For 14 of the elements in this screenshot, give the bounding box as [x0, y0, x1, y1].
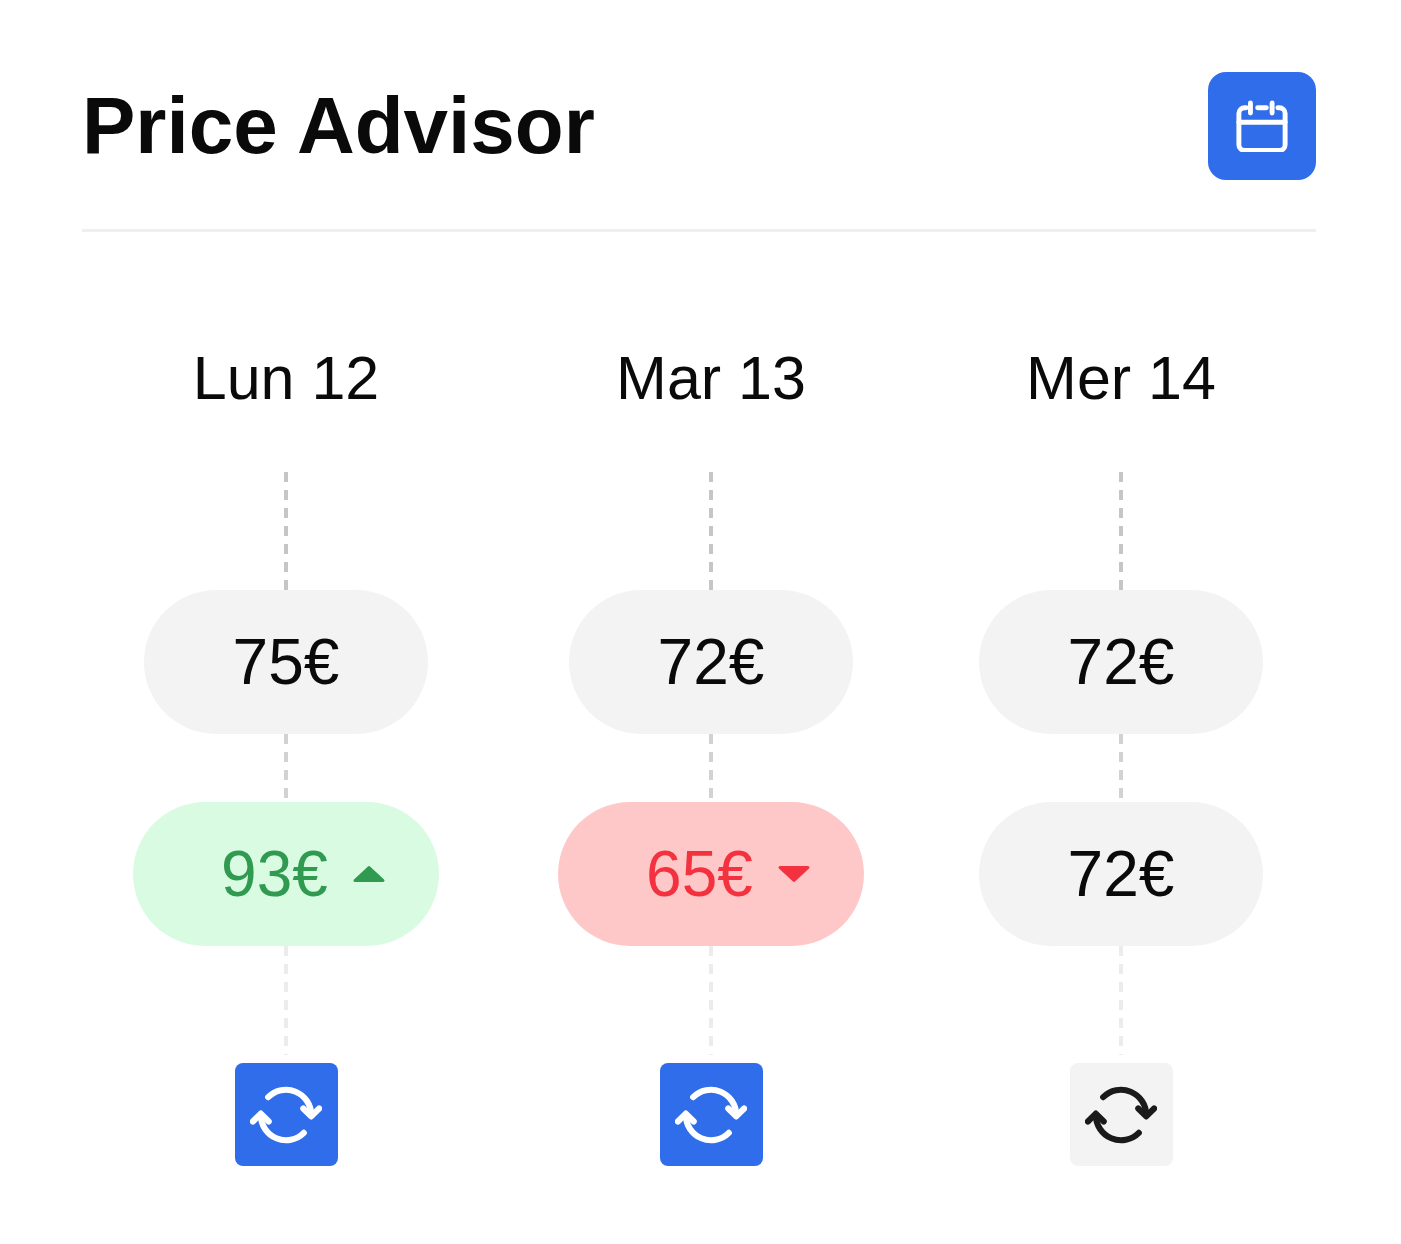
price-value: 65€ — [646, 842, 753, 906]
calendar-button[interactable] — [1208, 72, 1316, 180]
price-value: 75€ — [232, 630, 340, 694]
price-value: 72€ — [1067, 630, 1175, 694]
day-label: Lun 12 — [192, 343, 380, 413]
price-value: 93€ — [221, 842, 328, 906]
price-value: 72€ — [1067, 842, 1175, 906]
price-value: 72€ — [657, 630, 765, 694]
day-label: Mar 13 — [616, 343, 806, 413]
calendar-icon — [1236, 100, 1288, 152]
down-triangle-icon — [775, 865, 812, 883]
day-label: Mer 14 — [1026, 343, 1216, 413]
page-title: Price Advisor — [82, 82, 595, 170]
refresh-button[interactable] — [1069, 1063, 1173, 1166]
